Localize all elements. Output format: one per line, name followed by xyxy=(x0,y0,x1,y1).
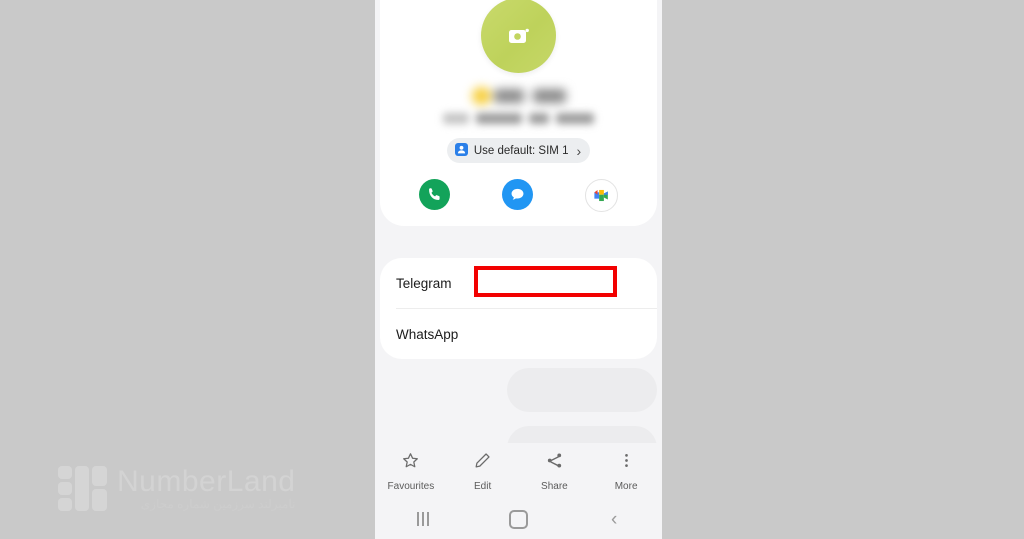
nav-back-button[interactable]: ‹ xyxy=(589,504,639,534)
contact-profile-card: Use default: SIM 1 › xyxy=(380,0,657,226)
toolbar-edit-button[interactable]: Edit xyxy=(452,451,514,492)
chevron-right-icon: › xyxy=(576,142,582,159)
sim-selector-chip[interactable]: Use default: SIM 1 › xyxy=(446,138,591,163)
contact-action-toolbar: Favourites Edit Share More xyxy=(375,443,662,499)
camera-icon xyxy=(508,27,530,45)
app-label: Telegram xyxy=(396,275,452,291)
sim-contact-card-icon xyxy=(454,142,468,159)
recents-bars-icon xyxy=(416,512,429,526)
phone-screen: Use default: SIM 1 › Telegram WhatsApp F… xyxy=(375,0,662,539)
pencil-icon xyxy=(473,451,492,475)
toolbar-label: Edit xyxy=(474,480,492,492)
toolbar-label: More xyxy=(614,480,638,492)
sim-label: Use default: SIM 1 xyxy=(473,144,569,157)
star-outline-icon xyxy=(401,451,420,475)
toolbar-favourites-button[interactable]: Favourites xyxy=(380,451,442,492)
contact-name-redacted xyxy=(454,87,584,106)
app-label: WhatsApp xyxy=(396,326,459,342)
phone-call-icon xyxy=(429,188,440,200)
watermark-tagline: نامبرلند سرزمین شماره مجازی xyxy=(140,496,296,511)
toolbar-label: Share xyxy=(541,480,568,492)
numberland-blocks-logo-icon xyxy=(58,466,108,512)
toolbar-label: Favourites xyxy=(387,480,435,492)
app-row-whatsapp[interactable]: WhatsApp xyxy=(380,309,657,359)
call-button[interactable] xyxy=(419,179,450,210)
numberland-watermark: NumberLand نامبرلند سرزمین شماره مجازی xyxy=(58,458,298,520)
contact-number-redacted xyxy=(439,113,599,126)
android-navigation-bar: ‹ xyxy=(375,499,662,539)
back-chevron-icon: ‹ xyxy=(610,508,618,530)
share-icon xyxy=(545,451,564,475)
quick-action-row xyxy=(380,179,657,212)
nav-home-button[interactable] xyxy=(493,504,543,534)
google-meet-icon xyxy=(594,189,608,202)
linked-apps-card: Telegram WhatsApp xyxy=(380,258,657,359)
home-square-icon xyxy=(508,509,528,529)
list-item-placeholder xyxy=(507,368,657,412)
toolbar-share-button[interactable]: Share xyxy=(523,451,585,492)
contact-avatar[interactable] xyxy=(481,0,556,73)
video-call-button[interactable] xyxy=(585,179,618,212)
app-row-telegram[interactable]: Telegram xyxy=(380,258,657,308)
message-button[interactable] xyxy=(502,179,533,210)
more-vertical-icon xyxy=(617,451,636,475)
toolbar-more-button[interactable]: More xyxy=(595,451,657,492)
watermark-brand: NumberLand xyxy=(117,464,296,498)
nav-recents-button[interactable] xyxy=(398,504,448,534)
message-bubble-icon xyxy=(511,188,524,200)
